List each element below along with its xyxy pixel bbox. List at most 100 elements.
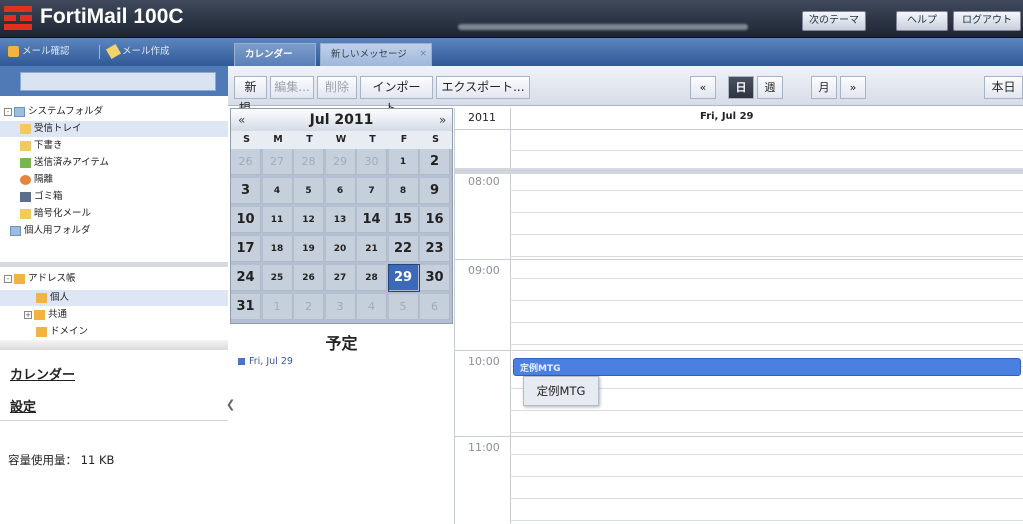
calendar-day[interactable]: 18 bbox=[262, 236, 293, 262]
edit-event-button[interactable]: 編集... bbox=[270, 76, 314, 99]
calendar-day[interactable]: 24 bbox=[231, 265, 261, 291]
other-month-day[interactable]: 26 bbox=[231, 149, 261, 175]
calendar-day[interactable]: 31 bbox=[231, 294, 261, 320]
calendar-day[interactable]: 10 bbox=[231, 207, 261, 233]
folder-search-bar bbox=[0, 66, 228, 96]
tree-trash[interactable]: ゴミ箱 bbox=[20, 189, 63, 205]
delete-event-button[interactable]: 削除 bbox=[317, 76, 357, 99]
tree-drafts[interactable]: 下書き bbox=[20, 138, 63, 154]
calendar-day[interactable]: 2 bbox=[420, 149, 450, 175]
other-month-day[interactable]: 4 bbox=[357, 294, 387, 320]
tree-shared-contacts[interactable]: + 共通 bbox=[24, 307, 67, 323]
collapse-icon[interactable]: - bbox=[4, 274, 12, 283]
tree-label: 送信済みアイテム bbox=[34, 157, 110, 168]
mini-calendar-next-icon[interactable]: » bbox=[439, 113, 446, 127]
sent-icon bbox=[20, 157, 31, 168]
tree-address-book[interactable]: - アドレス帳 bbox=[4, 271, 76, 287]
tree-personal-contacts[interactable]: 個人 bbox=[36, 290, 69, 306]
tree-quarantine[interactable]: 隔離 bbox=[20, 172, 53, 188]
calendar-day[interactable]: 17 bbox=[231, 236, 261, 262]
calendar-day[interactable]: 11 bbox=[262, 207, 293, 233]
calendar-day[interactable]: 21 bbox=[357, 236, 387, 262]
tab-label: カレンダー bbox=[245, 49, 293, 60]
calendar-day[interactable]: 5 bbox=[294, 178, 324, 204]
calendar-day[interactable]: 25 bbox=[262, 265, 293, 291]
new-event-button[interactable]: 新規... bbox=[234, 76, 267, 115]
mini-calendar-prev-icon[interactable]: « bbox=[238, 113, 245, 127]
week-view-button[interactable]: 週 bbox=[757, 76, 783, 99]
today-button[interactable]: 本日 bbox=[984, 76, 1023, 99]
time-slot-line bbox=[510, 190, 1023, 191]
tree-inbox[interactable]: 受信トレイ bbox=[20, 121, 82, 137]
calendar-day[interactable]: 29 bbox=[387, 264, 420, 292]
settings-link[interactable]: 設定 bbox=[10, 396, 36, 415]
calendar-day[interactable]: 15 bbox=[388, 207, 419, 233]
export-button[interactable]: エクスポート... bbox=[436, 76, 530, 99]
calendar-day[interactable]: 4 bbox=[262, 178, 293, 204]
hour-label: 08:00 bbox=[468, 175, 500, 188]
prev-period-button[interactable]: « bbox=[690, 76, 716, 99]
other-month-day[interactable]: 27 bbox=[262, 149, 293, 175]
calendar-day[interactable]: 9 bbox=[420, 178, 450, 204]
calendar-link[interactable]: カレンダー bbox=[10, 364, 75, 383]
calendar-day[interactable]: 19 bbox=[294, 236, 324, 262]
tree-encrypted[interactable]: 暗号化メール bbox=[20, 206, 91, 222]
expand-icon[interactable]: + bbox=[24, 310, 32, 319]
other-month-day[interactable]: 30 bbox=[357, 149, 387, 175]
compose-button[interactable]: メール作成 bbox=[105, 43, 170, 60]
check-mail-button[interactable]: メール確認 bbox=[8, 45, 70, 59]
calendar-day[interactable]: 14 bbox=[357, 207, 387, 233]
app-window: FortiMail 100C 次のテーマ ヘルプ ログアウト メール確認 メール… bbox=[0, 0, 1023, 524]
month-view-button[interactable]: 月 bbox=[811, 76, 837, 99]
calendar-event[interactable]: 定例MTG bbox=[513, 358, 1021, 376]
other-month-day[interactable]: 1 bbox=[262, 294, 293, 320]
other-month-day[interactable]: 3 bbox=[325, 294, 356, 320]
calendar-day[interactable]: 1 bbox=[388, 149, 419, 175]
tree-label: システムフォルダ bbox=[28, 106, 104, 117]
help-button[interactable]: ヘルプ bbox=[896, 11, 948, 31]
calendar-day[interactable]: 3 bbox=[231, 178, 261, 204]
collapse-icon[interactable]: - bbox=[4, 107, 12, 116]
import-button[interactable]: インポート... bbox=[360, 76, 433, 115]
time-slot-line bbox=[510, 234, 1023, 235]
splitter-handle-icon[interactable]: ❮ bbox=[226, 398, 235, 412]
calendar-day[interactable]: 28 bbox=[357, 265, 387, 291]
next-theme-button[interactable]: 次のテーマ bbox=[802, 11, 866, 31]
calendar-day[interactable]: 7 bbox=[357, 178, 387, 204]
tree-label: 受信トレイ bbox=[34, 123, 82, 134]
agenda-item[interactable]: Fri, Jul 29 bbox=[238, 356, 293, 367]
day-view-date: Fri, Jul 29 bbox=[700, 111, 754, 122]
calendar-day[interactable]: 13 bbox=[325, 207, 356, 233]
other-month-day[interactable]: 2 bbox=[294, 294, 324, 320]
logout-button[interactable]: ログアウト bbox=[953, 11, 1021, 31]
calendar-day[interactable]: 27 bbox=[325, 265, 356, 291]
calendar-day[interactable]: 26 bbox=[294, 265, 324, 291]
close-tab-icon[interactable]: × bbox=[419, 44, 427, 65]
time-slot-line bbox=[510, 410, 1023, 411]
calendar-day[interactable]: 22 bbox=[388, 236, 419, 262]
other-month-day[interactable]: 5 bbox=[388, 294, 419, 320]
day-view-button[interactable]: 日 bbox=[728, 76, 754, 99]
calendar-day[interactable]: 16 bbox=[420, 207, 450, 233]
time-slot-line bbox=[510, 498, 1023, 499]
other-month-day[interactable]: 29 bbox=[325, 149, 356, 175]
calendar-day[interactable]: 20 bbox=[325, 236, 356, 262]
tree-personal-folder[interactable]: 個人用フォルダ bbox=[10, 223, 91, 239]
tree-system-folder[interactable]: - システムフォルダ bbox=[4, 104, 103, 120]
tab-calendar[interactable]: カレンダー bbox=[234, 43, 316, 66]
calendar-day[interactable]: 12 bbox=[294, 207, 324, 233]
folder-search-input[interactable] bbox=[20, 72, 216, 91]
calendar-day[interactable]: 6 bbox=[325, 178, 356, 204]
encrypted-folder-icon bbox=[20, 208, 31, 219]
tree-label: ゴミ箱 bbox=[34, 191, 63, 202]
other-month-day[interactable]: 6 bbox=[420, 294, 450, 320]
calendar-day[interactable]: 8 bbox=[388, 178, 419, 204]
tab-new-message[interactable]: 新しいメッセージ × bbox=[320, 43, 432, 66]
next-period-button[interactable]: » bbox=[840, 76, 866, 99]
tree-domain-contacts[interactable]: ドメイン bbox=[36, 324, 88, 340]
weekday-label: M bbox=[273, 134, 283, 145]
calendar-day[interactable]: 23 bbox=[420, 236, 450, 262]
calendar-day[interactable]: 30 bbox=[420, 265, 450, 291]
tree-sent[interactable]: 送信済みアイテム bbox=[20, 155, 109, 171]
other-month-day[interactable]: 28 bbox=[294, 149, 324, 175]
